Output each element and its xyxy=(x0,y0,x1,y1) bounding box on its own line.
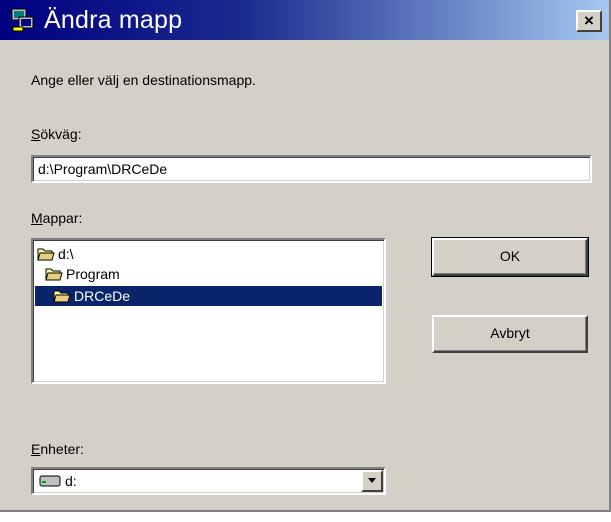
path-label: Sökväg: xyxy=(31,126,82,142)
close-button[interactable]: × xyxy=(576,10,602,32)
ok-button[interactable]: OK xyxy=(431,237,589,277)
change-folder-dialog: Ändra mapp × Ange eller välj en destinat… xyxy=(0,0,611,512)
folders-label: Mappar: xyxy=(31,210,83,226)
folder-label: DRCeDe xyxy=(74,288,131,304)
cancel-button[interactable]: Avbryt xyxy=(432,315,588,353)
instruction-text: Ange eller välj en destinationsmapp. xyxy=(31,72,256,88)
path-input[interactable]: d:\Program\DRCeDe xyxy=(31,155,592,183)
folder-label: Program xyxy=(66,266,120,282)
drives-label: Enheter: xyxy=(31,441,84,457)
chevron-down-icon xyxy=(368,478,376,483)
open-folder-icon xyxy=(37,248,55,261)
folder-list[interactable]: d:\ Program DRCeDe xyxy=(31,238,386,384)
drive-value: d: xyxy=(39,473,77,489)
drive-select[interactable]: d: xyxy=(31,467,386,495)
folder-item-drcede[interactable]: DRCeDe xyxy=(35,286,382,306)
open-folder-icon xyxy=(53,290,71,303)
window-title: Ändra mapp xyxy=(44,6,183,34)
open-folder-icon xyxy=(45,268,63,281)
title-bar[interactable]: Ändra mapp × xyxy=(0,0,609,40)
hard-drive-icon xyxy=(39,475,61,487)
drive-label: d: xyxy=(65,473,77,489)
folder-item-root[interactable]: d:\ xyxy=(37,244,74,264)
computer-icon xyxy=(11,8,34,32)
dropdown-button[interactable] xyxy=(361,470,383,492)
folder-item-program[interactable]: Program xyxy=(45,264,120,284)
folder-label: d:\ xyxy=(58,246,74,262)
